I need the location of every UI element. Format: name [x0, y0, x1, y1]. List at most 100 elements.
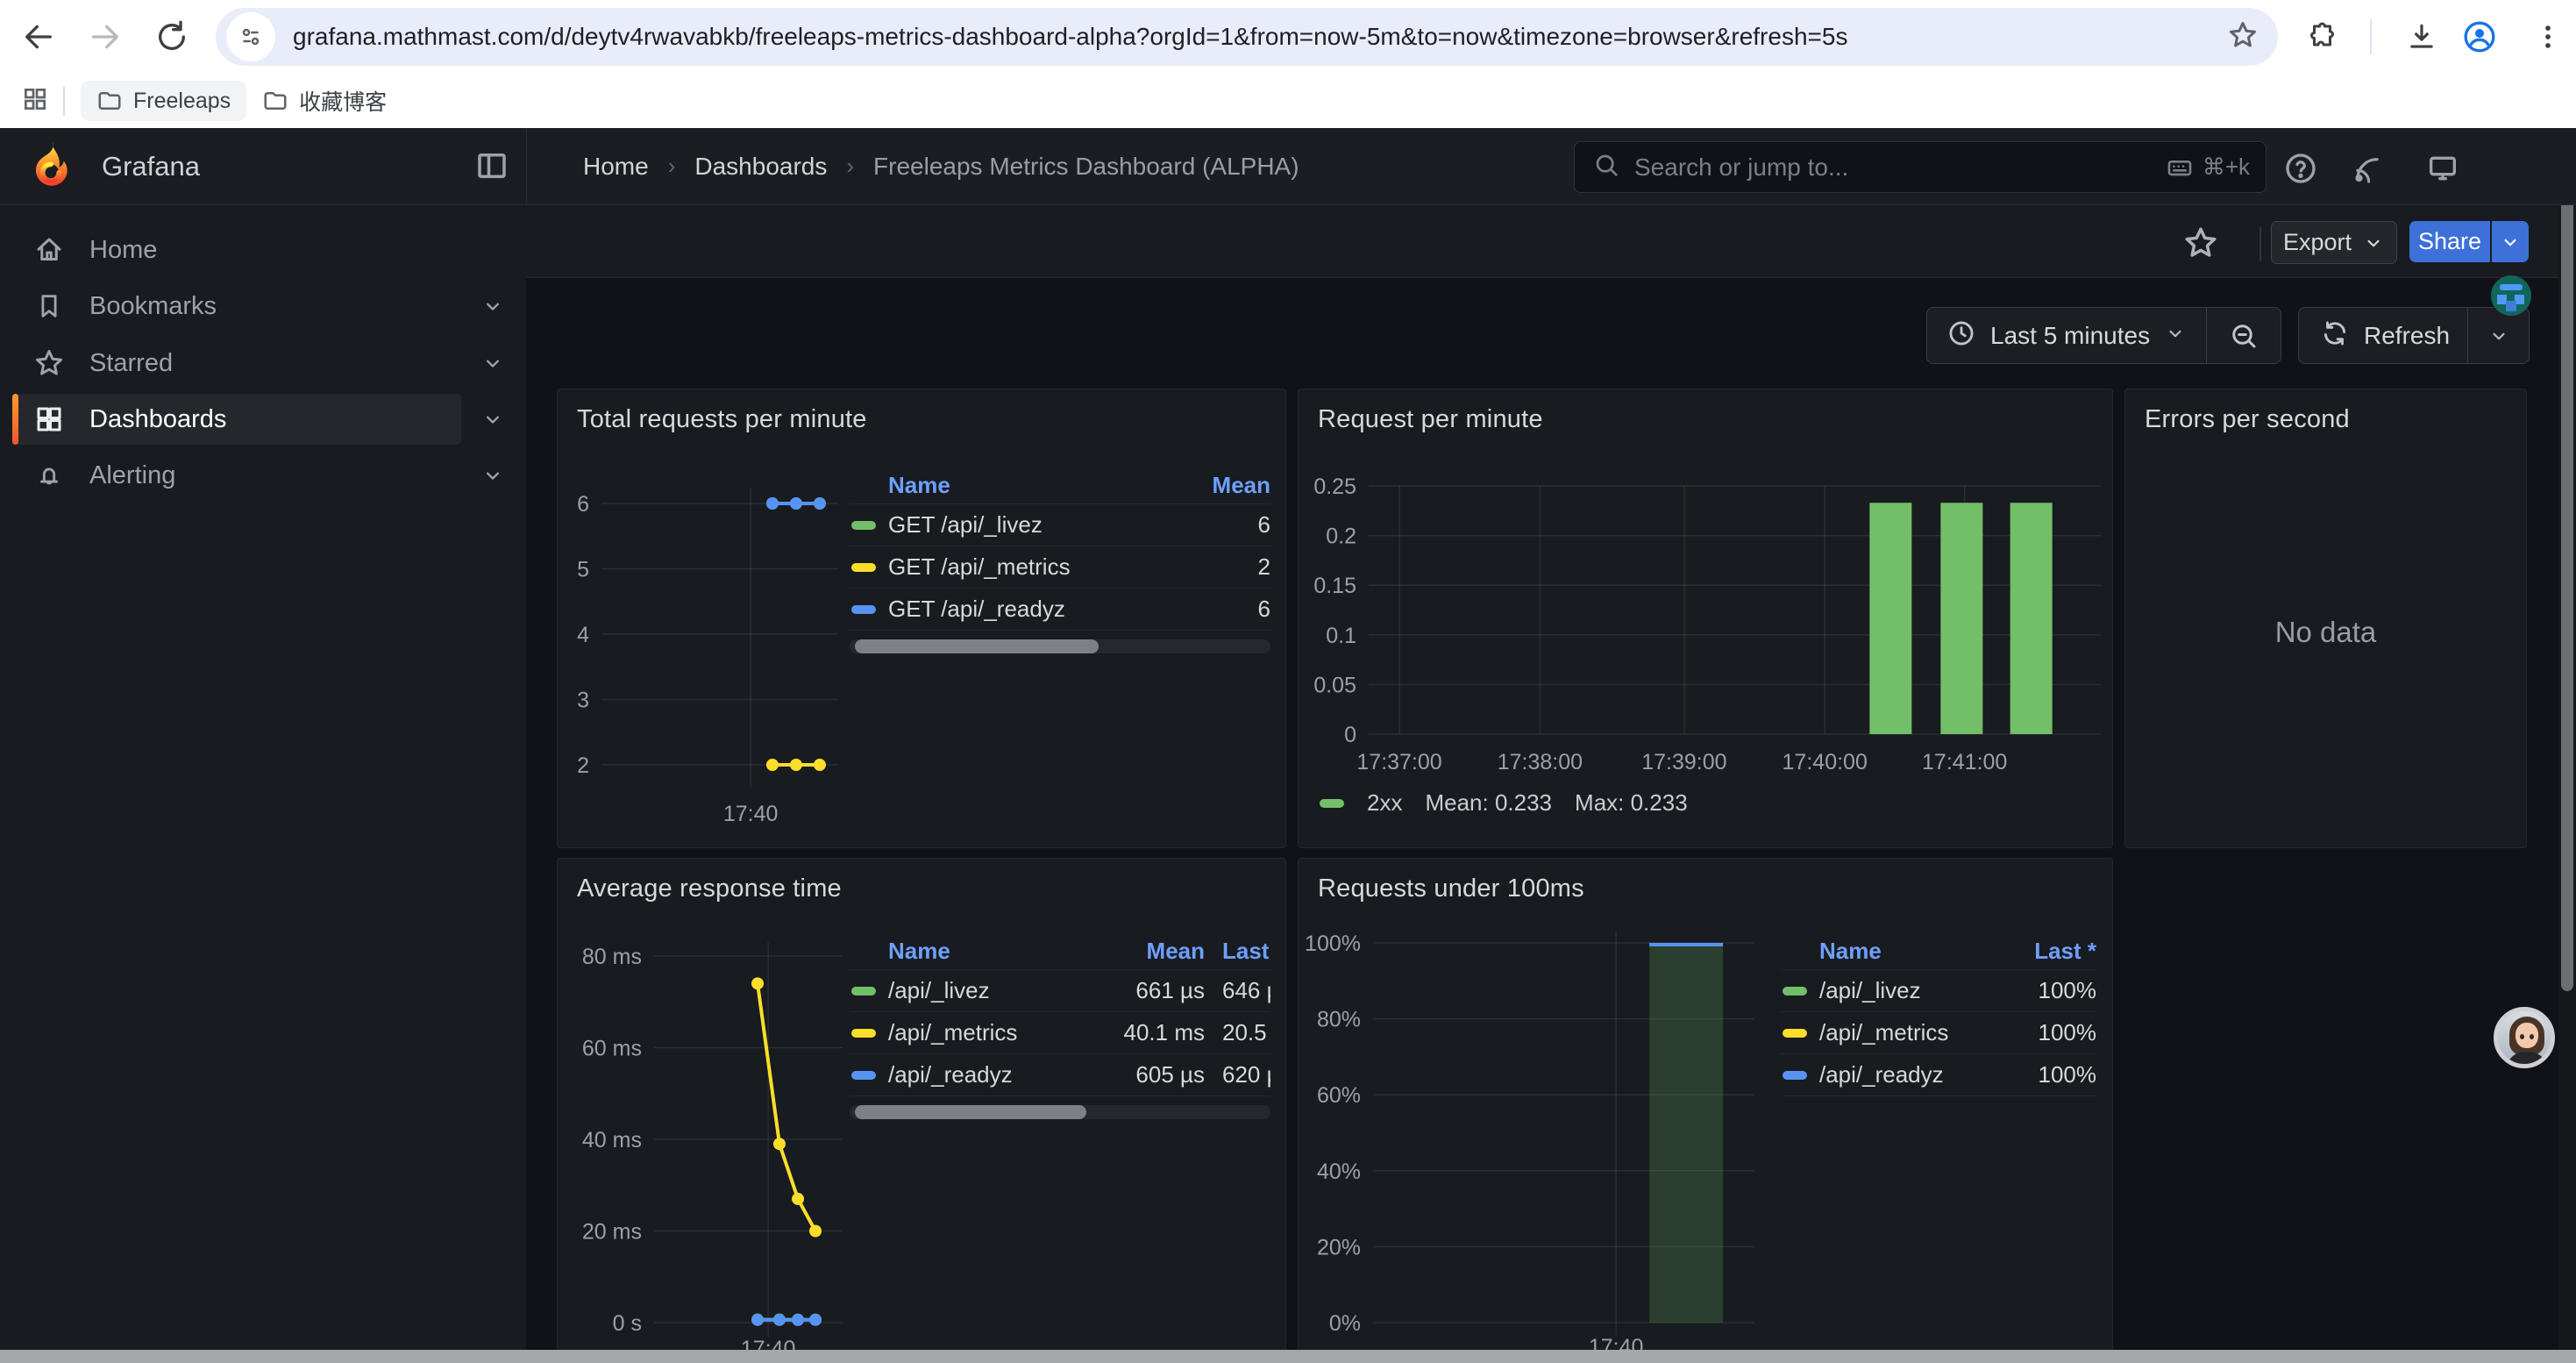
- panel-errors-per-second: Errors per second No data: [2124, 389, 2527, 848]
- legend-col-mean[interactable]: Mean: [1169, 472, 1270, 499]
- vertical-scrollbar-thumb[interactable]: [2561, 133, 2573, 991]
- legend-row[interactable]: /api/_livez 100%: [1781, 970, 2096, 1012]
- extensions-icon[interactable]: [2301, 14, 2346, 60]
- sidebar-item-dashboards[interactable]: Dashboards: [12, 394, 461, 445]
- legend-row[interactable]: /api/_livez 661 µs 646 µs: [850, 970, 1270, 1012]
- downloads-icon[interactable]: [2399, 14, 2444, 60]
- chevron-down-icon[interactable]: [477, 347, 509, 379]
- news-rss-icon[interactable]: [2348, 149, 2387, 188]
- sidebar-item-starred[interactable]: Starred: [12, 338, 461, 389]
- svg-text:0 s: 0 s: [613, 1311, 642, 1336]
- legend-col-mean[interactable]: Mean: [1095, 938, 1205, 965]
- browser-toolbar: [0, 0, 2576, 74]
- series-color-dash: [851, 1029, 876, 1038]
- refresh-interval-dropdown[interactable]: [2468, 325, 2529, 347]
- panel-title[interactable]: Average response time: [577, 874, 842, 903]
- legend-max: Max: 0.233: [1575, 789, 1688, 817]
- legend-col-last[interactable]: Last *: [1205, 938, 1270, 965]
- panel-title[interactable]: Requests under 100ms: [1318, 874, 1584, 903]
- grafana-logo[interactable]: [25, 139, 79, 194]
- legend-row[interactable]: GET /api/_livez 6: [850, 504, 1270, 546]
- browser-menu-icon[interactable]: [2525, 14, 2571, 60]
- user-avatar[interactable]: [2491, 275, 2531, 316]
- clock-icon: [1946, 318, 1976, 353]
- series-color-dash: [851, 521, 876, 530]
- breadcrumb-dashboards[interactable]: Dashboards: [694, 153, 827, 181]
- favorite-dashboard-star-icon[interactable]: [2182, 225, 2221, 263]
- site-info-icon[interactable]: [226, 12, 275, 61]
- search-input[interactable]: [1633, 153, 2166, 182]
- legend-row[interactable]: /api/_metrics 100%: [1781, 1012, 2096, 1054]
- chevron-down-icon: [2164, 322, 2187, 349]
- horizontal-scrollbar[interactable]: [0, 1350, 2576, 1363]
- series-color-dash: [851, 1071, 876, 1080]
- sidebar-item-bookmarks[interactable]: Bookmarks: [12, 281, 461, 332]
- browser-profile-icon[interactable]: [2457, 14, 2502, 60]
- breadcrumb-current: Freeleaps Metrics Dashboard (ALPHA): [873, 153, 1299, 181]
- svg-text:0.25: 0.25: [1313, 475, 1356, 499]
- svg-text:5: 5: [577, 558, 589, 582]
- share-button[interactable]: Share: [2409, 221, 2490, 262]
- assistant-avatar-widget[interactable]: [2494, 1007, 2555, 1068]
- legend-col-name[interactable]: Name: [888, 938, 1095, 965]
- svg-text:0: 0: [1344, 723, 1356, 747]
- bookmark-folder-freeleaps[interactable]: Freeleaps: [81, 81, 246, 121]
- svg-text:40 ms: 40 ms: [582, 1128, 642, 1152]
- browser-forward-button[interactable]: [81, 12, 130, 61]
- series-color-dash: [851, 987, 876, 995]
- legend-row[interactable]: /api/_metrics 40.1 ms 20.5 ms: [850, 1012, 1270, 1054]
- bookmark-folder-blogs[interactable]: 收藏博客: [246, 78, 402, 124]
- search-icon: [1592, 151, 1620, 183]
- browser-back-button[interactable]: [14, 12, 63, 61]
- legend-scrollbar[interactable]: [850, 639, 1270, 653]
- legend-row[interactable]: GET /api/_metrics 2: [850, 546, 1270, 589]
- share-dropdown-button[interactable]: [2492, 221, 2529, 262]
- breadcrumb-separator: ›: [846, 153, 854, 180]
- bookmarks-bar: Freeleaps 收藏博客: [0, 74, 2576, 129]
- url-input[interactable]: [291, 22, 2227, 52]
- kiosk-monitor-icon[interactable]: [2423, 149, 2462, 188]
- sidebar-toggle-icon[interactable]: [473, 147, 510, 189]
- panel-title[interactable]: Total requests per minute: [577, 405, 867, 434]
- bookmark-label: 收藏博客: [299, 85, 387, 117]
- browser-reload-button[interactable]: [147, 12, 196, 61]
- svg-text:17:38:00: 17:38:00: [1498, 750, 1583, 774]
- refresh-label[interactable]: Refresh: [2364, 322, 2450, 350]
- legend-row[interactable]: /api/_readyz 605 µs 620 µs: [850, 1054, 1270, 1096]
- avatar-eye: [2520, 1034, 2524, 1039]
- chevron-down-icon[interactable]: [477, 460, 509, 491]
- legend-col-name[interactable]: Name: [1819, 938, 1982, 965]
- sidebar-item-alerting[interactable]: Alerting: [12, 450, 461, 501]
- search-box[interactable]: ⌘+k: [1574, 141, 2266, 193]
- panel-average-response-time: 80 ms60 ms40 ms20 ms0 s17:40 Average res…: [557, 858, 1286, 1363]
- help-icon[interactable]: [2281, 149, 2320, 188]
- time-range-picker[interactable]: Last 5 minutes: [1926, 307, 2281, 364]
- zoom-out-time-button[interactable]: [2207, 320, 2281, 352]
- bookmark-star-icon[interactable]: [2227, 19, 2259, 55]
- export-button[interactable]: Export: [2271, 221, 2397, 264]
- request-per-minute-chart[interactable]: 0.250.20.150.10.05017:37:0017:38:0017:39…: [1299, 389, 2112, 847]
- chevron-down-icon: [2499, 231, 2522, 253]
- address-bar[interactable]: [216, 8, 2278, 66]
- legend-col-last[interactable]: Last *: [1982, 938, 2096, 965]
- chevron-down-icon[interactable]: [477, 403, 509, 435]
- svg-text:0.15: 0.15: [1313, 574, 1356, 598]
- chevron-down-icon[interactable]: [477, 290, 509, 322]
- legend-series-name[interactable]: 2xx: [1367, 789, 1402, 817]
- legend-row[interactable]: /api/_readyz 100%: [1781, 1054, 2096, 1096]
- breadcrumb-home[interactable]: Home: [583, 153, 649, 181]
- svg-text:17:40:00: 17:40:00: [1783, 750, 1868, 774]
- apps-grid-icon[interactable]: [21, 85, 49, 118]
- sidebar-item-home[interactable]: Home: [12, 225, 461, 275]
- panel-title[interactable]: Errors per second: [2145, 405, 2350, 434]
- legend-col-name[interactable]: Name: [888, 472, 1169, 499]
- legend-scrollbar[interactable]: [850, 1105, 1270, 1119]
- svg-text:80 ms: 80 ms: [582, 945, 642, 969]
- vertical-scrollbar[interactable]: [2558, 128, 2576, 1351]
- legend-row[interactable]: GET /api/_readyz 6: [850, 589, 1270, 631]
- no-data-message: No data: [2125, 616, 2526, 649]
- avatar-pixel: [2500, 284, 2523, 290]
- panel-title[interactable]: Request per minute: [1318, 405, 1543, 434]
- breadcrumb: Home › Dashboards › Freeleaps Metrics Da…: [583, 128, 1299, 204]
- series-color-dash: [851, 605, 876, 614]
